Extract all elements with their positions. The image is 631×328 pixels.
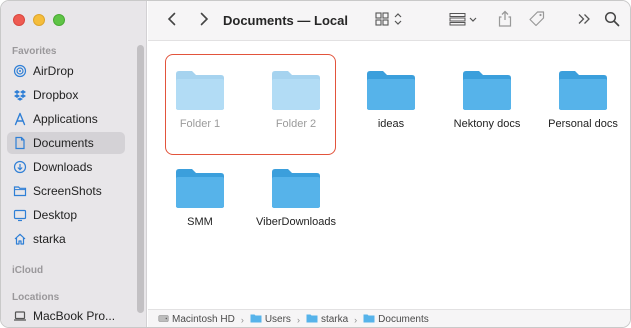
path-crumb-macintosh-hd[interactable]: Macintosh HD [158, 313, 235, 327]
close-window-button[interactable] [13, 14, 25, 26]
sidebar-item-label: starka [33, 232, 66, 246]
folder-icon [176, 169, 224, 208]
sidebar-item-dropbox[interactable]: Dropbox [7, 84, 125, 106]
folder-item[interactable]: ViberDownloads [248, 140, 344, 240]
folder-item[interactable]: ideas [343, 42, 439, 142]
chevron-right-icon [199, 12, 209, 31]
folder-name: Folder 1 [179, 118, 221, 130]
folder-item[interactable]: Folder 1 [152, 42, 248, 142]
sidebar-section-icloud: iCloud [12, 265, 44, 276]
share-button[interactable] [494, 9, 516, 33]
folder-icon [250, 313, 262, 326]
finder-window: Favorites AirDrop Dropbox Applications D… [0, 0, 631, 328]
folder-name: Folder 2 [275, 118, 317, 130]
crumb-label: Macintosh HD [172, 314, 235, 325]
sidebar-item-documents[interactable]: Documents [7, 132, 125, 154]
folder-icon [272, 169, 320, 208]
desktop-icon [13, 208, 27, 222]
folder-icon [306, 313, 318, 326]
tags-button[interactable] [526, 9, 548, 33]
sidebar: Favorites AirDrop Dropbox Applications D… [1, 1, 147, 327]
sidebar-item-label: Documents [33, 136, 94, 150]
document-icon [13, 136, 27, 150]
folder-name: Personal docs [548, 118, 618, 130]
sidebar-item-label: Dropbox [33, 88, 79, 102]
folder-name: ViberDownloads [256, 216, 336, 228]
sidebar-item-downloads[interactable]: Downloads [7, 156, 125, 178]
sidebar-item-label: AirDrop [33, 64, 74, 78]
applications-icon [13, 112, 27, 126]
path-crumb-documents[interactable]: Documents [363, 313, 429, 326]
folder-icon [13, 184, 27, 198]
icon-grid-view-icon [375, 11, 405, 31]
file-grid: Folder 1 Folder 2 ideas Nektony docs Per… [148, 42, 630, 307]
folder-name: Nektony docs [453, 118, 521, 130]
window-title: Documents — Local [223, 13, 348, 28]
sidebar-section-locations: Locations [12, 292, 60, 303]
folder-name: ideas [377, 118, 405, 130]
sidebar-item-label: Desktop [33, 208, 78, 222]
minimize-window-button[interactable] [33, 14, 45, 26]
folder-item[interactable]: Nektony docs [439, 42, 535, 142]
folder-item[interactable]: SMM [152, 140, 248, 240]
download-icon [13, 160, 27, 174]
back-button[interactable] [162, 9, 182, 33]
chevron-left-icon [167, 12, 177, 31]
folder-icon [176, 71, 224, 110]
more-chevrons-icon [577, 12, 591, 30]
sidebar-item-airdrop[interactable]: AirDrop [7, 60, 125, 82]
sidebar-item-label: Downloads [33, 160, 93, 174]
sidebar-item-macbook-pro[interactable]: MacBook Pro... [7, 305, 125, 327]
sidebar-item-label: MacBook Pro... [33, 309, 116, 323]
sidebar-item-starka[interactable]: starka [7, 228, 125, 250]
folder-icon [272, 71, 320, 110]
laptop-icon [13, 309, 27, 323]
path-separator-icon: › [240, 314, 244, 325]
crumb-label: Documents [378, 314, 429, 325]
group-by-icon [449, 12, 479, 31]
sidebar-item-applications[interactable]: Applications [7, 108, 125, 130]
folder-item[interactable]: Personal docs [535, 42, 630, 142]
path-separator-icon: › [296, 314, 300, 325]
crumb-label: starka [320, 314, 349, 325]
search-icon [604, 11, 620, 32]
group-by-button[interactable] [448, 9, 480, 33]
folder-icon [367, 71, 415, 110]
crumb-label: Users [264, 314, 291, 325]
sidebar-item-desktop[interactable]: Desktop [7, 204, 125, 226]
dropbox-icon [13, 88, 27, 102]
zoom-window-button[interactable] [53, 14, 65, 26]
toolbar: Documents — Local [148, 1, 630, 41]
path-separator-icon: › [354, 314, 358, 325]
folder-icon [559, 71, 607, 110]
sidebar-item-screenshots[interactable]: ScreenShots [7, 180, 125, 202]
path-bar: Macintosh HD › Users › starka › Document… [148, 309, 630, 327]
sidebar-scrollbar[interactable] [137, 45, 144, 313]
folder-name: SMM [187, 216, 213, 228]
path-crumb-starka[interactable]: starka [306, 313, 348, 326]
more-toolbar-button[interactable] [574, 9, 594, 33]
window-controls [13, 14, 65, 26]
airdrop-icon [13, 64, 27, 78]
forward-button[interactable] [194, 9, 214, 33]
share-icon [497, 10, 513, 33]
tag-icon [528, 10, 546, 33]
hard-drive-icon [158, 313, 169, 327]
folder-icon [463, 71, 511, 110]
view-options-button[interactable] [374, 9, 406, 33]
sidebar-item-label: Applications [33, 112, 98, 126]
path-crumb-users[interactable]: Users [250, 313, 291, 326]
folder-icon [363, 313, 375, 326]
folder-item[interactable]: Folder 2 [248, 42, 344, 142]
sidebar-section-favorites: Favorites [12, 46, 57, 57]
sidebar-item-label: ScreenShots [33, 184, 102, 198]
home-icon [13, 232, 27, 246]
search-button[interactable] [602, 9, 622, 33]
